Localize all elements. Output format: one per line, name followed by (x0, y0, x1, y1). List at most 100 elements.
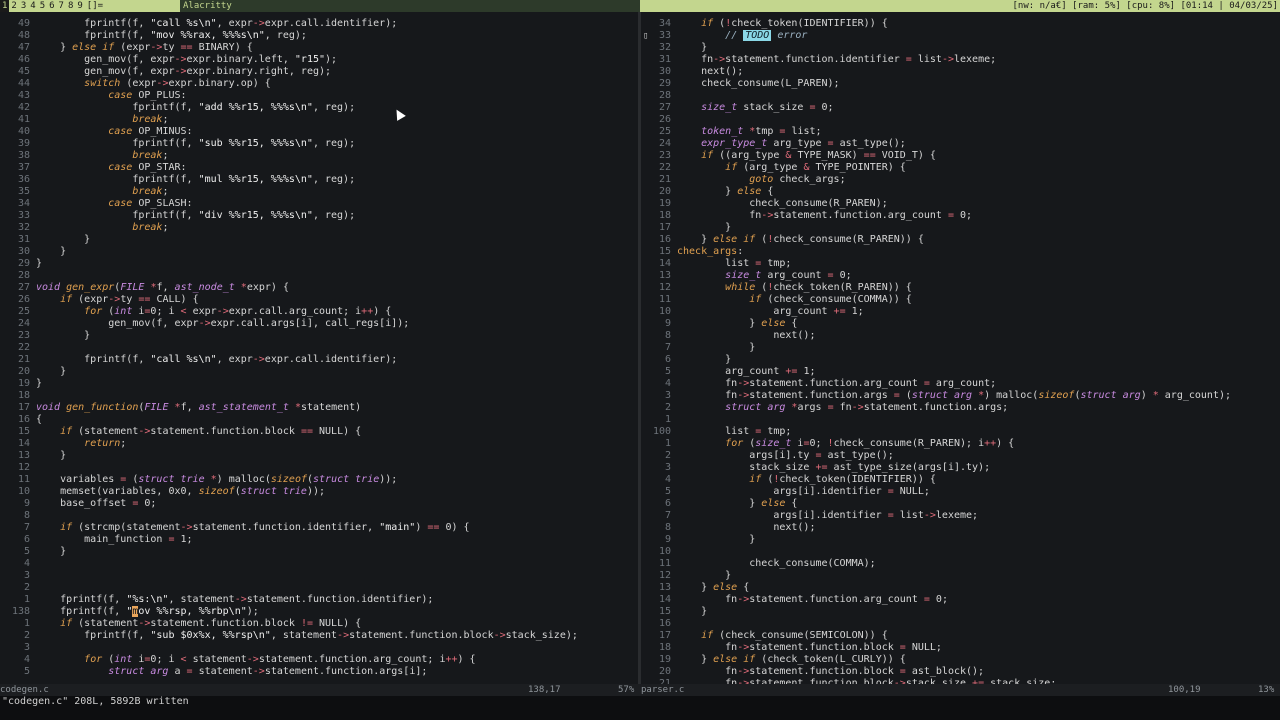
workspace-tag[interactable]: 9 (75, 0, 84, 12)
code-text: check_args: (677, 246, 744, 257)
line-number: 29 (17, 258, 30, 269)
line-number: 19 (17, 378, 30, 389)
line-number: 12 (658, 570, 671, 581)
line-number: 34 (658, 18, 671, 29)
workspace-tag[interactable]: 2 (9, 0, 18, 12)
line-number: 16 (658, 234, 671, 245)
code-text: main_function = 1; (36, 534, 193, 545)
status-line: codegen.c 138,17 57% parser.c 100,19 13% (0, 684, 1280, 696)
code-text: } (36, 246, 67, 257)
line-number: 26 (17, 294, 30, 305)
line-number: 8 (664, 330, 671, 341)
line-number: 46 (17, 54, 30, 65)
line-number: 26 (658, 114, 671, 125)
workspace-tag[interactable]: 5 (38, 0, 47, 12)
workspace-tag[interactable]: 7 (57, 0, 66, 12)
command-line[interactable]: "codegen.c" 208L, 5892B written (0, 696, 1280, 720)
line-number: 8 (23, 510, 30, 521)
workspace-tag[interactable]: []= (85, 0, 105, 12)
line-number: 37 (17, 162, 30, 173)
code-text: args[i].identifier = NULL; (677, 486, 930, 497)
line-number: 10 (17, 486, 30, 497)
line-number: 16 (17, 414, 30, 425)
code-text: } (36, 258, 43, 269)
code-text: // TODO error (725, 30, 808, 41)
line-number: 5 (23, 666, 30, 677)
code-text: fn->statement.function.args = (struct ar… (677, 390, 1232, 401)
line-number: 23 (17, 330, 30, 341)
line-number: 31 (17, 234, 30, 245)
line-number: 22 (17, 342, 30, 353)
line-number: 44 (17, 78, 30, 89)
code-text: if (expr->ty == CALL) { (60, 294, 199, 305)
line-number: 24 (17, 318, 30, 329)
top-bar: 1 2 3 4 5 6 7 8 9 []= Alacritty [nw: n/a€] [ram: … (0, 0, 1280, 12)
workspace-tag[interactable]: 6 (47, 0, 56, 12)
code-text: if (strcmp(statement->statement.function… (60, 522, 470, 533)
line-number: 32 (658, 42, 671, 53)
line-number: 27 (17, 282, 30, 293)
line-number: 3 (664, 462, 671, 473)
workspace-tag[interactable]: 1 (0, 0, 10, 12)
editor-pane-codegen[interactable]: 49 fprintf(f, "call %s\n", expr->expr.ca… (0, 12, 638, 684)
code-text: fprintf(f, "mov %%rax, %%%s\n", reg); (36, 30, 307, 41)
line-number: 11 (658, 294, 671, 305)
workspace-tag[interactable]: 3 (19, 0, 28, 12)
line-number: 13 (658, 270, 671, 281)
code-text: if ((arg_type & TYPE_MASK) == VOID_T) { (701, 150, 936, 161)
line-number: 47 (17, 42, 30, 53)
code-text: if (arg_type & TYPE_POINTER) { (725, 162, 906, 173)
line-number: 33 (17, 210, 30, 221)
line-number: 11 (17, 474, 30, 485)
line-number: 31 (658, 54, 671, 65)
line-number: 29 (658, 78, 671, 89)
line-number: 9 (23, 498, 30, 509)
code-text: args[i].ty = ast_type(); (677, 450, 894, 461)
line-number: 6 (664, 498, 671, 509)
workspace-tag[interactable]: 4 (28, 0, 37, 12)
line-number: 21 (17, 354, 30, 365)
line-number: 4 (664, 378, 671, 389)
code-text: } (677, 222, 732, 233)
code-text: } (677, 354, 732, 365)
line-number: 27 (658, 102, 671, 113)
line-number: 42 (17, 102, 30, 113)
line-number: 138 (11, 606, 30, 617)
code-text: } (36, 234, 91, 245)
code-text: fn->statement.function.arg_count = 0; (677, 210, 973, 221)
code-text: } (36, 546, 67, 557)
code-text: void gen_expr(FILE *f, ast_node_t *expr)… (36, 282, 289, 293)
code-text: next(); (677, 330, 816, 341)
line-number: 15 (658, 606, 671, 617)
code-text: break; (132, 114, 169, 125)
workspace-list: 1 2 3 4 5 6 7 8 9 []= (0, 0, 105, 12)
code-text: case OP_STAR: (108, 162, 187, 173)
line-number: 8 (664, 522, 671, 533)
workspace-tag[interactable]: 8 (66, 0, 75, 12)
code-text: case OP_SLASH: (108, 198, 193, 209)
line-number: 5 (664, 486, 671, 497)
line-number: 3 (23, 570, 30, 581)
line-number: 4 (664, 474, 671, 485)
code-text: size_t stack_size = 0; (701, 102, 834, 113)
line-number: 36 (17, 174, 30, 185)
line-number: 25 (17, 306, 30, 317)
line-number: 9 (664, 534, 671, 545)
code-text: if (!check_token(IDENTIFIER)) { (701, 18, 888, 29)
line-number: 17 (17, 402, 30, 413)
line-number: 2 (664, 450, 671, 461)
line-number: 35 (17, 186, 30, 197)
line-number: 18 (17, 390, 30, 401)
editor-pane-parser[interactable]: 34 if (!check_token(IDENTIFIER)) {▯ 33 //… (641, 12, 1280, 684)
line-number: 1 (23, 618, 30, 629)
line-number: 49 (17, 18, 30, 29)
code-text: gen_mov(f, expr->expr.binary.left, "r15"… (36, 54, 338, 65)
code-text: variables = (struct trie *) malloc(sizeo… (36, 474, 398, 485)
code-text: switch (expr->expr.binary.op) { (84, 78, 271, 89)
code-text: } else { (677, 186, 774, 197)
code-text: gen_mov(f, expr->expr.binary.right, reg)… (36, 66, 332, 77)
code-text: arg_count += 1; (677, 366, 816, 377)
line-number: 1 (664, 414, 671, 425)
line-number: 7 (23, 522, 30, 533)
code-text: goto check_args; (749, 174, 846, 185)
